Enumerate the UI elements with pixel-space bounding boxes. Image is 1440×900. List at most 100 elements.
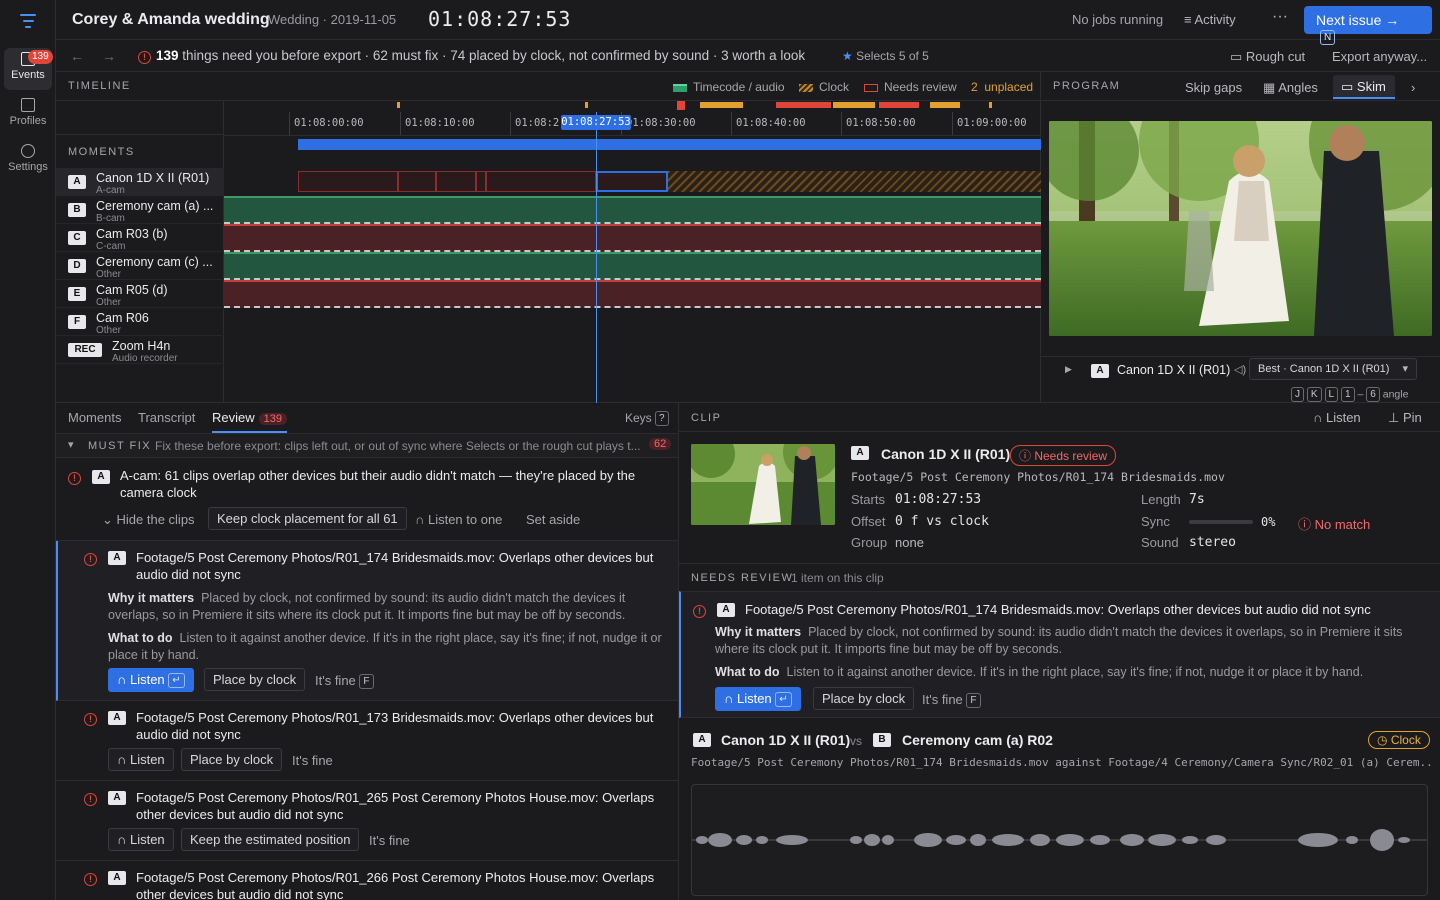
activity-button[interactable]: ≡ Activity — [1184, 12, 1236, 27]
waveform-compare[interactable] — [691, 784, 1428, 896]
listen-button[interactable]: ∩ Listen ↵ — [108, 668, 194, 693]
back-arrow-icon[interactable]: ← — [70, 48, 84, 64]
listen-one-button[interactable]: ∩ Listen to one — [415, 512, 502, 527]
lane-c[interactable] — [224, 224, 1041, 252]
project-subtitle: Wedding · 2019-11-05 — [268, 12, 397, 27]
cam-badge: F — [68, 315, 86, 329]
skip-gaps-button[interactable]: Skip gaps — [1185, 80, 1242, 95]
rough-cut-button[interactable]: ▭ Rough cut — [1230, 49, 1305, 65]
its-fine-button[interactable]: It's fine F — [315, 673, 374, 690]
warning-icon: ! — [84, 713, 97, 727]
tab-review[interactable]: Review 139 — [212, 410, 287, 433]
lane-a[interactable] — [224, 168, 1041, 196]
listen-label: Listen — [129, 672, 165, 687]
track-row[interactable]: D Ceremony cam (c) ... Other — [56, 252, 224, 280]
clip-listen-button[interactable]: ∩ Listen — [1313, 410, 1361, 425]
legend-unplaced[interactable]: 2 unplaced — [971, 80, 1033, 94]
listen-button[interactable]: ∩ Listen — [108, 748, 174, 771]
legend-clock: Clock — [799, 80, 849, 94]
activity-icon: ≡ — [1184, 12, 1195, 27]
issue-item[interactable]: ! A Footage/5 Post Ceremony Photos/R01_1… — [56, 701, 678, 781]
set-aside-button[interactable]: Set aside — [526, 512, 580, 527]
cam-badge: D — [68, 259, 86, 273]
tab-transcript[interactable]: Transcript — [138, 410, 195, 425]
track-row[interactable]: E Cam R05 (d) Other — [56, 280, 224, 308]
clip-cam-badge: A — [851, 446, 869, 460]
review-count-badge: 139 — [258, 413, 287, 425]
program-panel: PROGRAM Skip gaps ▦ Angles ▭ Skim › ▶ A … — [1041, 72, 1440, 403]
track-row[interactable]: A Canon 1D X II (R01) A-cam — [56, 168, 224, 196]
speaker-icon[interactable]: ◁) — [1234, 363, 1246, 376]
selects-bar[interactable] — [298, 139, 1041, 150]
length-value: 7s — [1189, 492, 1205, 507]
issue-summary[interactable]: 139 things need you before export · 62 m… — [156, 48, 805, 63]
its-fine-label: It's fine — [315, 673, 356, 688]
lane-e[interactable] — [224, 280, 1041, 308]
issue-cam-badge: A — [108, 871, 126, 885]
listen-label: Listen — [129, 752, 165, 767]
issue-item[interactable]: ! A Footage/5 Post Ceremony Photos/R01_2… — [56, 781, 678, 861]
more-menu-icon[interactable]: ··· — [1272, 8, 1288, 26]
issue-item[interactable]: ! A Footage/5 Post Ceremony Photos/R01_2… — [56, 861, 678, 900]
play-icon[interactable]: ▶ — [1065, 364, 1072, 375]
tab-moments[interactable]: Moments — [68, 410, 121, 425]
place-by-clock-button[interactable]: Place by clock — [181, 748, 283, 771]
track-row[interactable]: C Cam R03 (b) C-cam — [56, 224, 224, 252]
key-1: 1 — [1341, 387, 1355, 402]
rail-item-events[interactable]: 139 Events — [4, 48, 53, 90]
collapse-chevron-icon: ▾ — [68, 439, 74, 451]
keep-estimated-button[interactable]: Keep the estimated position — [181, 828, 360, 851]
lane-b[interactable] — [224, 196, 1041, 224]
group-issue[interactable]: ! A A-cam: 61 clips overlap other device… — [56, 458, 678, 541]
clip-listen-action-button[interactable]: ∩ Listen ↵ — [715, 687, 801, 712]
clip-its-fine-button[interactable]: It's fine F — [922, 692, 981, 709]
headphones-icon: ∩ — [1313, 410, 1326, 425]
activity-label: Activity — [1194, 12, 1236, 27]
length-key: Length — [1141, 492, 1181, 507]
keys-hint: ? — [655, 411, 669, 427]
rail-item-profiles[interactable]: Profiles — [4, 94, 52, 136]
track-row[interactable]: B Ceremony cam (a) ... B-cam — [56, 196, 224, 224]
pin-button[interactable]: ⊥ Pin — [1388, 410, 1422, 426]
must-fix-header[interactable]: ▾ MUST FIX Fix these before export: clip… — [56, 434, 678, 458]
keys-button[interactable]: Keys ? — [625, 411, 669, 427]
place-by-clock-button[interactable]: Place by clock — [204, 668, 306, 691]
selects-value: 5 of 5 — [898, 49, 929, 63]
lane-d[interactable] — [224, 252, 1041, 280]
next-issue-button[interactable]: Next issue → N — [1304, 6, 1432, 45]
rail-item-settings[interactable]: Settings — [4, 140, 52, 182]
forward-arrow-icon[interactable]: → — [102, 48, 116, 64]
headphones-icon: ∩ — [117, 672, 130, 687]
clip-path: Footage/5 Post Ceremony Photos/R01_174 B… — [851, 470, 1225, 484]
issue-title: Footage/5 Post Ceremony Photos/R01_173 B… — [136, 710, 654, 742]
program-video-frame[interactable] — [1049, 121, 1432, 336]
clip-issue-card[interactable]: ! A Footage/5 Post Ceremony Photos/R01_1… — [679, 591, 1440, 718]
active-issue[interactable]: ! A Footage/5 Post Ceremony Photos/R01_1… — [56, 541, 678, 701]
keep-clock-button[interactable]: Keep clock placement for all 61 — [208, 507, 407, 530]
menu-logo-icon[interactable] — [18, 14, 38, 32]
its-fine-button[interactable]: It's fine — [292, 753, 333, 768]
track-row[interactable]: REC Zoom H4n Audio recorder — [56, 336, 224, 364]
chevron-right-icon[interactable]: › — [1411, 80, 1415, 95]
hide-clips-button[interactable]: ⌄ Hide the clips — [102, 512, 195, 528]
best-angle-select[interactable]: Best · Canon 1D X II (R01) ▾ — [1249, 358, 1417, 380]
key-k: K — [1306, 387, 1322, 402]
its-fine-button[interactable]: It's fine — [369, 833, 410, 848]
track-row[interactable]: F Cam R06 Other — [56, 308, 224, 336]
playhead-line[interactable] — [596, 112, 597, 403]
header-timecode: 01:08:27:53 — [428, 7, 572, 31]
review-panel: Moments Transcript Review 139 Keys ? ▾ MU… — [56, 403, 679, 900]
selected-clip[interactable] — [596, 171, 668, 192]
playhead-timecode[interactable]: 01:08:27:53 — [561, 115, 631, 130]
timeline-panel: TIMELINE Timecode / audio Clock Needs re… — [56, 72, 1041, 403]
export-anyway-button[interactable]: Export anyway... — [1332, 49, 1427, 64]
compare-vs: vs — [850, 734, 862, 748]
clip-place-by-clock-button[interactable]: Place by clock — [813, 687, 915, 710]
selects-indicator[interactable]: ★ Selects 5 of 5 — [842, 49, 929, 63]
app-header: Corey & Amanda wedding Wedding · 2019-11… — [56, 0, 1440, 45]
warning-icon: ! — [84, 873, 97, 887]
listen-button[interactable]: ∩ Listen — [108, 828, 174, 851]
clip-thumbnail[interactable] — [691, 444, 835, 525]
angles-button[interactable]: ▦ Angles — [1263, 80, 1318, 96]
skim-button[interactable]: ▭ Skim — [1333, 75, 1395, 99]
